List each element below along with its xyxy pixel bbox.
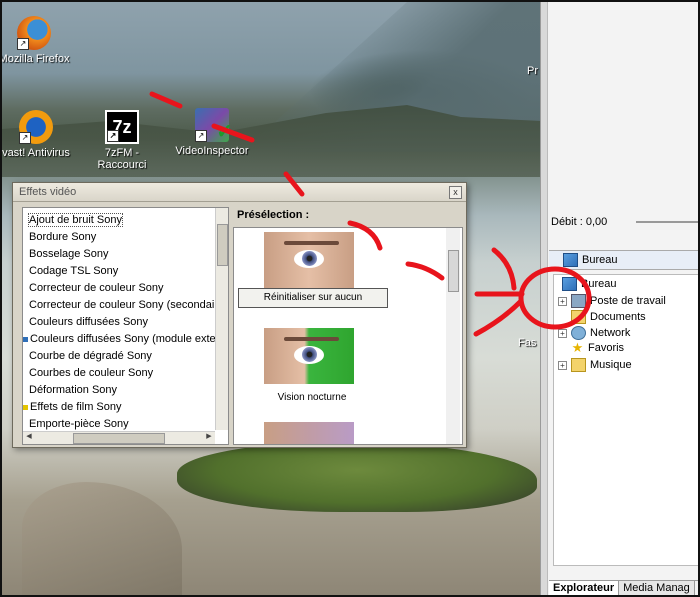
expand-icon[interactable]: + [558, 360, 567, 370]
effects-list-vscrollbar[interactable] [215, 208, 228, 430]
music-icon [571, 358, 586, 372]
desktop-icon-label: Mozilla Firefox [0, 53, 70, 65]
desktop-icon [562, 277, 577, 291]
explorer-panel: Débit : 0,00 Bureau Bureau + Poste de tr… [540, 2, 698, 595]
list-item[interactable]: Correcteur de couleur Sony (secondai [29, 299, 214, 311]
list-item[interactable]: Bosselage Sony [29, 248, 109, 260]
preset-thumbnail-night-vision[interactable] [264, 328, 354, 384]
panel-tabs: Explorateur Media Manag [549, 580, 698, 595]
tree-item-musique[interactable]: + Musique [558, 358, 632, 372]
plugin-marker-icon [23, 336, 28, 342]
close-icon[interactable]: x [449, 186, 462, 199]
desktop-icon [563, 253, 578, 267]
preset-gallery: Réinitialiser sur aucun Vision nocturne [233, 227, 463, 445]
list-item[interactable]: Effets de film Sony [23, 401, 122, 413]
desktop-icon-label: VideoInspector [175, 145, 249, 157]
desktop-icon-7zip[interactable]: 7z ↗ 7zFM - Raccourci [82, 110, 162, 171]
preset-label: Présélection : [237, 209, 310, 221]
desktop-icon-avast[interactable]: ↗ vast! Antivirus [2, 110, 76, 159]
list-item[interactable]: Bordure Sony [29, 231, 96, 243]
panel-splitter[interactable] [541, 2, 548, 595]
video-effects-dialog: Effets vidéo x Ajout de bruit Sony Bordu… [12, 182, 467, 448]
preset-thumbnail-next[interactable] [264, 422, 354, 444]
bitrate-label: Débit : 0,00 [551, 216, 608, 228]
computer-icon [571, 294, 586, 308]
scroll-thumb[interactable] [73, 433, 165, 444]
eye-image [294, 250, 324, 268]
preset-vscrollbar[interactable] [446, 228, 460, 444]
preset-caption[interactable]: Vision nocturne [238, 392, 386, 403]
tree-item-network[interactable]: + Network [558, 326, 630, 340]
folder-tree: Bureau + Poste de travail Documents + Ne… [553, 274, 698, 566]
tab-explorateur[interactable]: Explorateur [549, 581, 620, 595]
desktop-icon-firefox[interactable]: ↗ Mozilla Firefox [0, 16, 74, 65]
eye-image [294, 346, 324, 364]
scroll-left-icon[interactable]: ◀ [24, 432, 34, 442]
tab-media-manager[interactable]: Media Manag [619, 581, 695, 595]
tree-item-documents[interactable]: Documents [571, 310, 646, 324]
expand-icon[interactable]: + [558, 328, 567, 338]
list-item[interactable]: Correcteur de couleur Sony [29, 282, 164, 294]
bitrate-slider[interactable] [636, 221, 698, 223]
folder-icon [571, 310, 586, 324]
tree-item-favoris[interactable]: ★ Favoris [571, 340, 624, 355]
preset-thumbnail-none[interactable] [264, 232, 354, 288]
firefox-icon: ↗ [17, 16, 51, 50]
scroll-right-icon[interactable]: ▶ [204, 432, 214, 442]
preset-reset-button[interactable]: Réinitialiser sur aucun [238, 288, 388, 308]
check-icon: ✓ [216, 121, 233, 143]
list-item[interactable]: Couleurs diffusées Sony [29, 316, 148, 328]
scroll-thumb[interactable] [217, 224, 228, 266]
list-item[interactable]: Courbe de dégradé Sony [29, 350, 152, 362]
dialog-titlebar[interactable]: Effets vidéo x [13, 183, 466, 202]
video-inspector-icon: ✓ ↗ [195, 108, 233, 143]
desktop-edge-label: Fas [518, 337, 537, 349]
effects-list: Ajout de bruit Sony Bordure Sony Bossela… [22, 207, 229, 445]
wallpaper-island [177, 442, 537, 512]
location-label: Bureau [582, 254, 618, 266]
7zip-icon: 7z ↗ [105, 110, 139, 144]
dialog-title: Effets vidéo [19, 186, 77, 198]
list-item[interactable]: Déformation Sony [29, 384, 117, 396]
list-item[interactable]: Courbes de couleur Sony [29, 367, 153, 379]
expand-icon[interactable]: + [558, 296, 567, 306]
list-item[interactable]: Codage TSL Sony [29, 265, 118, 277]
list-item[interactable]: Ajout de bruit Sony [28, 213, 123, 227]
explorer-location-bar[interactable]: Bureau [549, 250, 698, 270]
desktop-icon-label: vast! Antivirus [2, 147, 70, 159]
plugin-marker-icon [23, 404, 28, 410]
wallpaper-rock [22, 482, 182, 595]
network-icon [571, 326, 586, 340]
desktop-icon-videoinspector[interactable]: ✓ ↗ VideoInspector [172, 108, 252, 157]
scroll-thumb[interactable] [448, 250, 459, 292]
tree-item-bureau[interactable]: Bureau [562, 277, 616, 291]
desktop-edge-label: Pr [527, 65, 538, 77]
tree-item-poste-de-travail[interactable]: + Poste de travail [558, 294, 666, 308]
desktop-icon-label: 7zFM - Raccourci [97, 147, 147, 171]
list-item[interactable]: Couleurs diffusées Sony (module exter [23, 333, 219, 345]
list-item[interactable]: Emporte-pièce Sony [29, 418, 129, 430]
star-icon: ★ [571, 340, 584, 355]
effects-list-hscrollbar[interactable]: ◀ ▶ [23, 431, 215, 444]
avast-icon: ↗ [19, 110, 53, 144]
screen: ↗ Mozilla Firefox ↗ vast! Antivirus 7z ↗… [0, 0, 700, 597]
